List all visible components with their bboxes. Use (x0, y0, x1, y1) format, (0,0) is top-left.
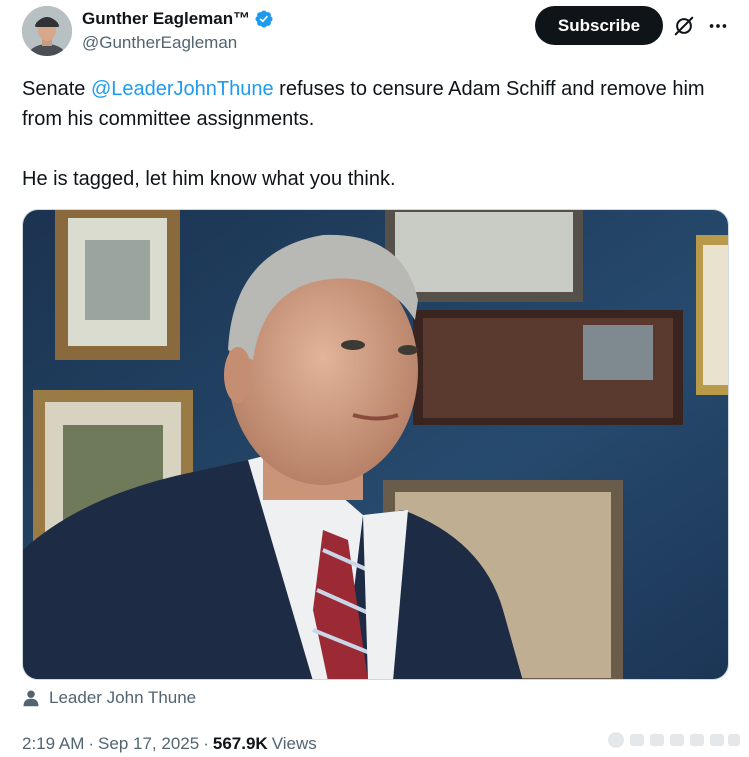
tweet-photo[interactable] (22, 209, 729, 680)
display-name[interactable]: Gunther Eagleman™ (82, 9, 250, 29)
views-label: Views (271, 734, 317, 753)
tagged-people[interactable]: Leader John Thune (22, 686, 196, 710)
tweet-time[interactable]: 2:19 AM (22, 734, 84, 754)
mention-link[interactable]: @LeaderJohnThune (91, 78, 274, 100)
subscribe-button[interactable]: Subscribe (535, 6, 663, 45)
separator-dot: · (88, 734, 95, 753)
tweet-header: Gunther Eagleman™ @GuntherEagleman Subsc… (22, 6, 728, 58)
tweet-date[interactable]: Sep 17, 2025 (98, 734, 199, 754)
author-names: Gunther Eagleman™ @GuntherEagleman (82, 8, 274, 53)
tweet-paragraph-2: He is tagged, let him know what you thin… (22, 168, 396, 190)
views-count: 567.9K (212, 734, 268, 753)
avatar[interactable] (22, 6, 72, 56)
tweet-meta: 2:19 AM · Sep 17, 2025 · 567.9K Views (22, 732, 317, 756)
separator-dot: · (203, 734, 209, 753)
tweet-text: Senate @LeaderJohnThune refuses to censu… (22, 74, 734, 194)
tweet-paragraph-1: Senate @LeaderJohnThune refuses to censu… (22, 74, 734, 134)
watermark-logo (606, 730, 742, 750)
tagged-person-name[interactable]: Leader John Thune (49, 688, 196, 708)
handle[interactable]: @GuntherEagleman (82, 33, 274, 53)
person-icon (22, 689, 40, 707)
tweet-text-before-mention: Senate (22, 78, 91, 100)
more-icon[interactable] (706, 14, 730, 38)
verified-badge-icon (254, 9, 274, 29)
grok-icon[interactable] (673, 15, 695, 37)
